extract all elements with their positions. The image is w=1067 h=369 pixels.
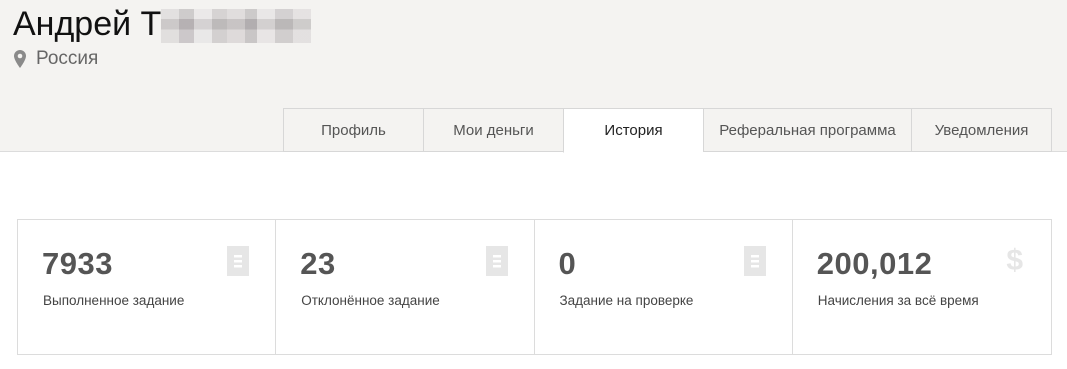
stat-value: 23 — [300, 246, 336, 281]
tab-profile[interactable]: Профиль — [283, 108, 423, 152]
stat-value: 200,012 — [816, 246, 933, 281]
user-name: Андрей Т — [13, 4, 312, 44]
user-location: Россия — [14, 48, 98, 70]
document-icon — [485, 246, 508, 276]
redacted-surname — [161, 9, 312, 43]
location-pin-icon — [14, 50, 26, 68]
tab-label: История — [604, 122, 663, 139]
tab-notifications[interactable]: Уведомления — [911, 108, 1052, 152]
location-text: Россия — [36, 48, 99, 69]
profile-header: Андрей Т Россия Профиль Мои деньги Истор… — [0, 0, 1067, 153]
tab-referral-program[interactable]: Реферальная программа — [703, 108, 911, 152]
dollar-icon: $ — [1006, 244, 1023, 277]
tab-label: Реферальная программа — [719, 121, 896, 139]
stat-label: Выполненное задание — [43, 293, 185, 308]
document-icon — [227, 246, 250, 276]
stat-total-earnings: 200,012 Начисления за всё время $ — [793, 220, 1051, 354]
stat-label: Задание на проверке — [559, 293, 694, 308]
user-name-text: Андрей Т — [13, 5, 162, 43]
profile-tabs: Профиль Мои деньги История Реферальная п… — [283, 108, 1052, 153]
stat-pending-review: 0 Задание на проверке — [535, 220, 793, 354]
tab-history[interactable]: История — [563, 108, 703, 153]
stat-label: Начисления за всё время — [817, 293, 979, 308]
document-icon — [743, 246, 766, 276]
tab-label: Мои деньги — [453, 121, 534, 139]
stat-label: Отклонённое задание — [301, 293, 440, 308]
stat-value: 0 — [558, 246, 577, 281]
tab-my-money[interactable]: Мои деньги — [423, 108, 563, 152]
stats-panel: 7933 Выполненное задание 23 Отклонённое … — [17, 219, 1052, 355]
tab-label: Профиль — [321, 121, 386, 139]
stat-completed-tasks: 7933 Выполненное задание — [18, 220, 277, 354]
stat-rejected-tasks: 23 Отклонённое задание — [276, 220, 535, 354]
tab-label: Уведомления — [934, 121, 1029, 139]
stat-value: 7933 — [42, 246, 113, 281]
